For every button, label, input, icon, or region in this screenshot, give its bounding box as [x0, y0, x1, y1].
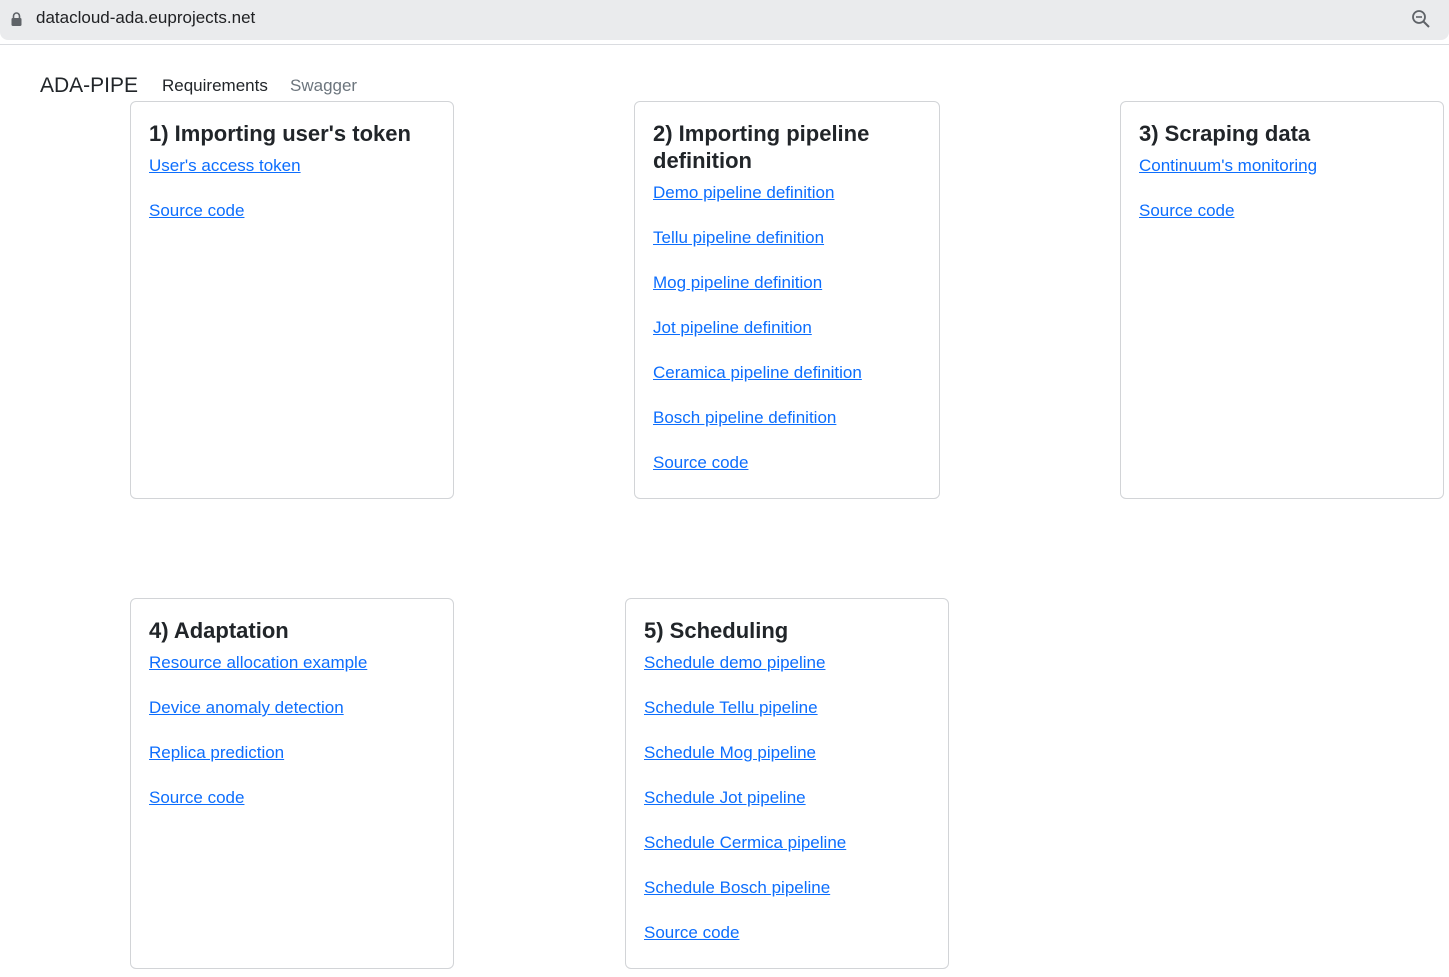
link-tellu-pipeline-definition[interactable]: Tellu pipeline definition — [653, 227, 921, 249]
card-importing-token: 1) Importing user's token User's access … — [130, 101, 454, 499]
zoom-icon[interactable] — [1411, 9, 1431, 29]
link-mog-pipeline-definition[interactable]: Mog pipeline definition — [653, 272, 921, 294]
link-source-code[interactable]: Source code — [149, 787, 435, 809]
link-demo-pipeline-definition[interactable]: Demo pipeline definition — [653, 182, 921, 204]
browser-address-bar: datacloud-ada.euprojects.net — [0, 0, 1449, 40]
lock-icon[interactable] — [11, 12, 22, 26]
address-url[interactable]: datacloud-ada.euprojects.net — [36, 8, 255, 28]
link-schedule-mog-pipeline[interactable]: Schedule Mog pipeline — [644, 742, 930, 764]
card-adaptation: 4) Adaptation Resource allocation exampl… — [130, 598, 454, 969]
link-resource-allocation-example[interactable]: Resource allocation example — [149, 652, 435, 674]
card-title: 2) Importing pipeline definition — [653, 121, 870, 173]
card-title: 4) Adaptation — [149, 618, 289, 643]
link-source-code[interactable]: Source code — [644, 922, 930, 944]
link-schedule-tellu-pipeline[interactable]: Schedule Tellu pipeline — [644, 697, 930, 719]
nav-requirements[interactable]: Requirements — [162, 76, 268, 96]
link-device-anomaly-detection[interactable]: Device anomaly detection — [149, 697, 435, 719]
browser-divider — [0, 44, 1449, 45]
link-schedule-demo-pipeline[interactable]: Schedule demo pipeline — [644, 652, 930, 674]
link-schedule-jot-pipeline[interactable]: Schedule Jot pipeline — [644, 787, 930, 809]
link-users-access-token[interactable]: User's access token — [149, 155, 435, 177]
link-source-code[interactable]: Source code — [653, 452, 921, 474]
card-importing-pipeline: 2) Importing pipeline definition Demo pi… — [634, 101, 940, 499]
nav-swagger[interactable]: Swagger — [290, 76, 357, 96]
card-title: 5) Scheduling — [644, 618, 789, 643]
link-source-code[interactable]: Source code — [149, 200, 435, 222]
card-title: 3) Scraping data — [1139, 121, 1311, 146]
navbar-brand[interactable]: ADA-PIPE — [40, 74, 138, 98]
link-schedule-bosch-pipeline[interactable]: Schedule Bosch pipeline — [644, 877, 930, 899]
card-scraping-data: 3) Scraping data Continuum's monitoring … — [1120, 101, 1444, 499]
link-replica-prediction[interactable]: Replica prediction — [149, 742, 435, 764]
card-scheduling: 5) Scheduling Schedule demo pipeline Sch… — [625, 598, 949, 969]
link-source-code[interactable]: Source code — [1139, 200, 1425, 222]
link-schedule-cermica-pipeline[interactable]: Schedule Cermica pipeline — [644, 832, 930, 854]
link-jot-pipeline-definition[interactable]: Jot pipeline definition — [653, 317, 921, 339]
link-ceramica-pipeline-definition[interactable]: Ceramica pipeline definition — [653, 362, 921, 384]
link-bosch-pipeline-definition[interactable]: Bosch pipeline definition — [653, 407, 921, 429]
card-title: 1) Importing user's token — [149, 121, 411, 146]
link-continuum-monitoring[interactable]: Continuum's monitoring — [1139, 155, 1425, 177]
